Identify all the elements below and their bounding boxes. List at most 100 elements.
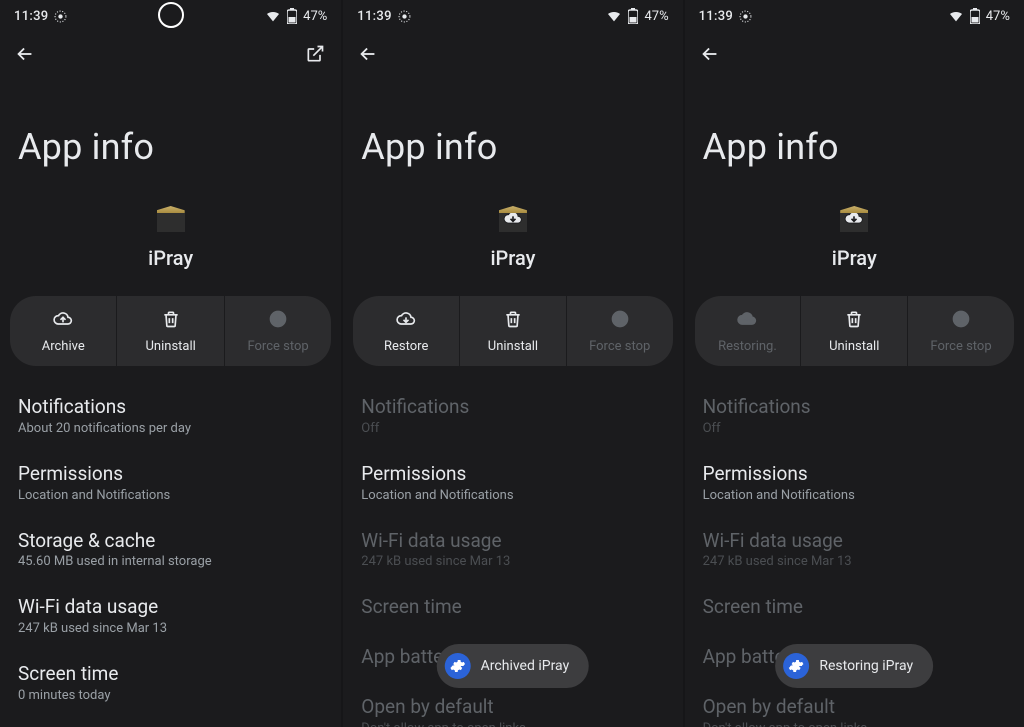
uninstall-button[interactable]: Uninstall: [801, 296, 907, 366]
restore-button[interactable]: Restore: [353, 296, 459, 366]
status-bar: 11:39 47%: [343, 0, 682, 32]
action-label: Uninstall: [146, 339, 196, 354]
setting-title: Notifications: [18, 395, 323, 419]
setting-title: Open by default: [703, 695, 1006, 719]
status-bar: 11:39 47%: [685, 0, 1024, 32]
battery-icon: [628, 8, 638, 24]
open-in-new-icon: [305, 44, 325, 64]
page-title: App info: [18, 126, 341, 168]
action-label: Force stop: [247, 339, 308, 354]
app-header: iPray: [685, 198, 1024, 270]
action-label: Uninstall: [488, 339, 538, 354]
setting-title: Notifications: [361, 395, 664, 419]
nav-bar: [0, 32, 341, 76]
page-title: App info: [361, 126, 682, 168]
status-time: 11:39: [699, 9, 733, 24]
force-stop-button: Force stop: [908, 296, 1014, 366]
setting-subtitle: Location and Notifications: [361, 488, 664, 503]
wifi-usage-item[interactable]: Wi-Fi data usage 247 kB used since Mar 1…: [0, 582, 341, 649]
info-icon: [610, 309, 630, 333]
app-header: iPray: [0, 198, 341, 270]
wifi-icon: [948, 8, 964, 24]
open-in-new-button[interactable]: [305, 44, 325, 64]
setting-title: Screen time: [703, 595, 1006, 619]
setting-subtitle: About 20 notifications per day: [18, 421, 323, 436]
back-icon: [357, 43, 379, 65]
open-default-item: Open by default Don't allow app to open …: [343, 682, 682, 727]
cloud-down-icon: [394, 309, 418, 333]
back-button[interactable]: [14, 43, 36, 65]
back-button[interactable]: [699, 43, 721, 65]
archive-button[interactable]: Archive: [10, 296, 116, 366]
setting-title: Storage & cache: [18, 529, 323, 553]
force-stop-button: Force stop: [567, 296, 673, 366]
action-label: Restoring.: [718, 339, 777, 354]
action-row: Archive Uninstall Force stop: [10, 296, 331, 366]
trash-icon: [844, 309, 864, 333]
screen-time-item: Screen time: [343, 582, 682, 632]
wifi-usage-item: Wi-Fi data usage 247 kB used since Mar 1…: [343, 516, 682, 583]
setting-subtitle: 45.60 MB used in internal storage: [18, 554, 323, 569]
app-header: iPray: [343, 198, 682, 270]
back-icon: [14, 43, 36, 65]
app-icon: [151, 198, 191, 238]
permissions-item[interactable]: Permissions Location and Notifications: [343, 449, 682, 516]
wifi-usage-item: Wi-Fi data usage 247 kB used since Mar 1…: [685, 516, 1024, 583]
trash-icon: [161, 309, 181, 333]
cloud-down-icon: [735, 309, 759, 333]
permissions-item[interactable]: Permissions Location and Notifications: [685, 449, 1024, 516]
setting-subtitle: Location and Notifications: [18, 488, 323, 503]
status-battery: 47%: [644, 9, 668, 24]
settings-list: Notifications About 20 notifications per…: [0, 382, 341, 716]
trash-icon: [503, 309, 523, 333]
setting-title: Wi-Fi data usage: [18, 595, 323, 619]
setting-title: Wi-Fi data usage: [361, 529, 664, 553]
app-name: iPray: [490, 246, 535, 270]
permissions-item[interactable]: Permissions Location and Notifications: [0, 449, 341, 516]
screen-time-item[interactable]: Screen time 0 minutes today: [0, 649, 341, 716]
archived-toast: Archived iPray: [437, 644, 590, 688]
assistant-indicator: [158, 2, 184, 28]
nav-bar: [343, 32, 682, 76]
uninstall-button[interactable]: Uninstall: [117, 296, 223, 366]
setting-title: Notifications: [703, 395, 1006, 419]
app-name: iPray: [832, 246, 877, 270]
app-icon: [493, 198, 533, 238]
back-button[interactable]: [357, 43, 379, 65]
back-icon: [699, 43, 721, 65]
setting-title: Screen time: [18, 662, 323, 686]
action-row: Restoring. Uninstall Force stop: [695, 296, 1014, 366]
nav-bar: [685, 32, 1024, 76]
toast-text: Restoring iPray: [819, 658, 913, 674]
notifications-item[interactable]: Notifications About 20 notifications per…: [0, 382, 341, 449]
record-icon: [54, 10, 67, 23]
uninstall-button[interactable]: Uninstall: [460, 296, 566, 366]
setting-subtitle: 247 kB used since Mar 13: [703, 554, 1006, 569]
app-info-archive: 11:39 47% App info iPray Archive: [0, 0, 341, 727]
storage-item[interactable]: Storage & cache 45.60 MB used in interna…: [0, 516, 341, 583]
action-label: Uninstall: [829, 339, 879, 354]
setting-title: Permissions: [703, 462, 1006, 486]
info-icon: [951, 309, 971, 333]
notifications-item: Notifications Off: [685, 382, 1024, 449]
toast-gear-icon: [783, 653, 809, 679]
open-default-item: Open by default Don't allow app to open …: [685, 682, 1024, 727]
action-label: Force stop: [589, 339, 650, 354]
app-icon: [834, 198, 874, 238]
status-time: 11:39: [14, 9, 48, 24]
action-label: Force stop: [930, 339, 991, 354]
action-row: Restore Uninstall Force stop: [353, 296, 672, 366]
screen-time-item: Screen time: [685, 582, 1024, 632]
restoring-toast: Restoring iPray: [775, 644, 933, 688]
record-icon: [739, 10, 752, 23]
toast-gear-icon: [445, 653, 471, 679]
restoring-button: Restoring.: [695, 296, 801, 366]
setting-title: Wi-Fi data usage: [703, 529, 1006, 553]
setting-subtitle: Off: [361, 421, 664, 436]
wifi-icon: [265, 8, 281, 24]
page-title: App info: [703, 126, 1024, 168]
status-battery: 47%: [303, 9, 327, 24]
wifi-icon: [606, 8, 622, 24]
setting-title: Permissions: [361, 462, 664, 486]
notifications-item: Notifications Off: [343, 382, 682, 449]
